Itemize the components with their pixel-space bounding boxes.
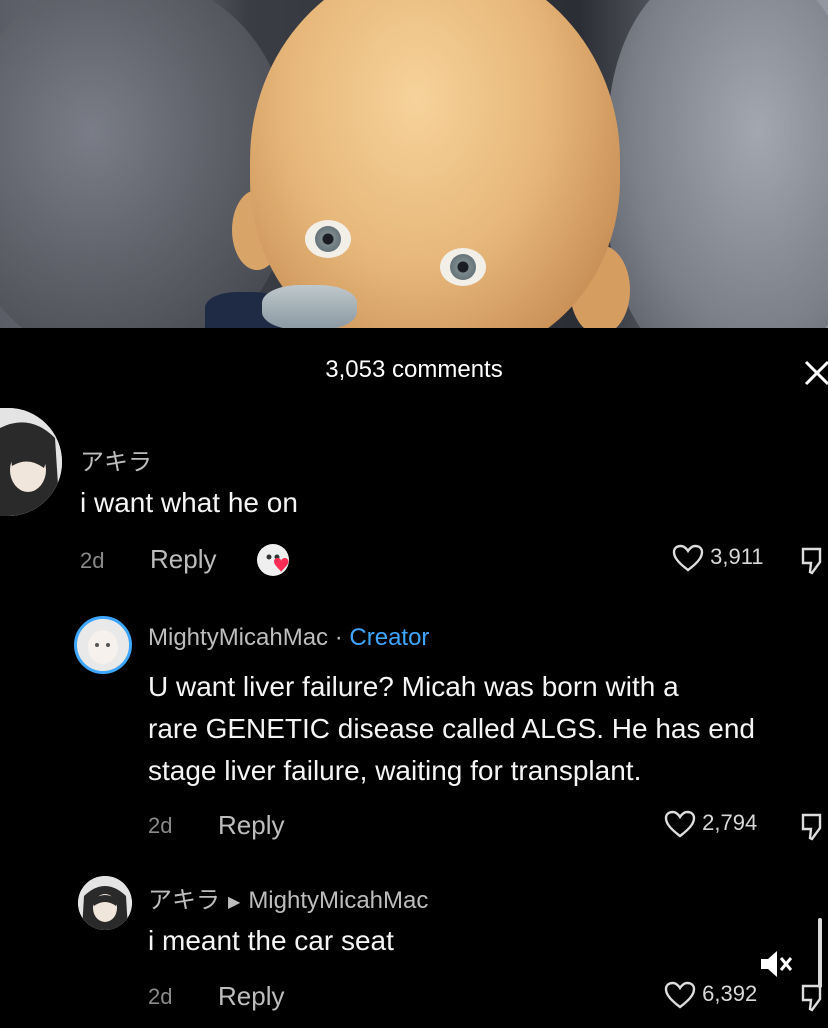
reply-to-username[interactable]: MightyMicahMac (248, 887, 428, 914)
car-seat-right (608, 0, 828, 328)
reply-button[interactable]: Reply (218, 810, 284, 841)
creator-username[interactable]: MightyMicahMac (148, 624, 328, 651)
comment-username[interactable]: アキラ (80, 442, 152, 477)
comment-age: 2d (148, 813, 173, 838)
dislike-icon[interactable] (800, 546, 826, 576)
baby-face (250, 0, 620, 328)
avatar[interactable] (0, 408, 62, 516)
comment-text-line: U want liver failure? Micah was born wit… (148, 671, 679, 702)
close-icon[interactable] (800, 356, 828, 390)
comment-username[interactable]: MightyMicahMac · Creator (148, 624, 429, 652)
scrollbar[interactable] (818, 918, 822, 988)
car-seat-left (0, 0, 290, 328)
comment-text: i meant the car seat (148, 925, 394, 956)
mute-icon[interactable] (755, 944, 795, 984)
like-count[interactable]: 2,794 (664, 810, 757, 838)
avatar[interactable] (74, 616, 132, 674)
like-count[interactable]: 3,911 (672, 544, 764, 572)
reply-author[interactable]: アキラ (148, 887, 220, 914)
like-count-value: 2,794 (702, 810, 758, 835)
creator-liked-avatar-icon (257, 544, 289, 576)
avatar[interactable] (78, 876, 132, 930)
comment-age: 2d (80, 548, 105, 573)
feeding-tube (262, 285, 357, 328)
reply-button[interactable]: Reply (218, 981, 284, 1012)
comment-text-line: stage liver failure, waiting for transpl… (148, 755, 642, 786)
reply-arrow-icon: ▶ (228, 893, 241, 911)
baby-eye (440, 248, 486, 286)
comment-text-line: rare GENETIC disease called ALGS. He has… (148, 713, 755, 744)
heart-icon[interactable] (664, 981, 696, 1009)
like-count[interactable]: 6,392 (664, 981, 757, 1009)
video-thumbnail[interactable] (0, 0, 828, 328)
heart-icon[interactable] (672, 544, 704, 572)
comment-age: 2d (148, 984, 173, 1009)
baby-eye (305, 220, 351, 258)
reply-button[interactable]: Reply (150, 544, 216, 575)
like-count-value: 3,911 (710, 544, 764, 569)
like-count-value: 6,392 (702, 981, 758, 1006)
comments-count-title: 3,053 comments (325, 356, 503, 383)
comment-text: i want what he on (80, 487, 298, 518)
dislike-icon[interactable] (800, 983, 826, 1013)
heart-icon[interactable] (664, 810, 696, 838)
comment-username[interactable]: アキラ ▶ MightyMicahMac (148, 880, 428, 915)
creator-badge: Creator (349, 624, 430, 651)
dislike-icon[interactable] (800, 812, 826, 842)
separator-dot: · (334, 624, 343, 651)
